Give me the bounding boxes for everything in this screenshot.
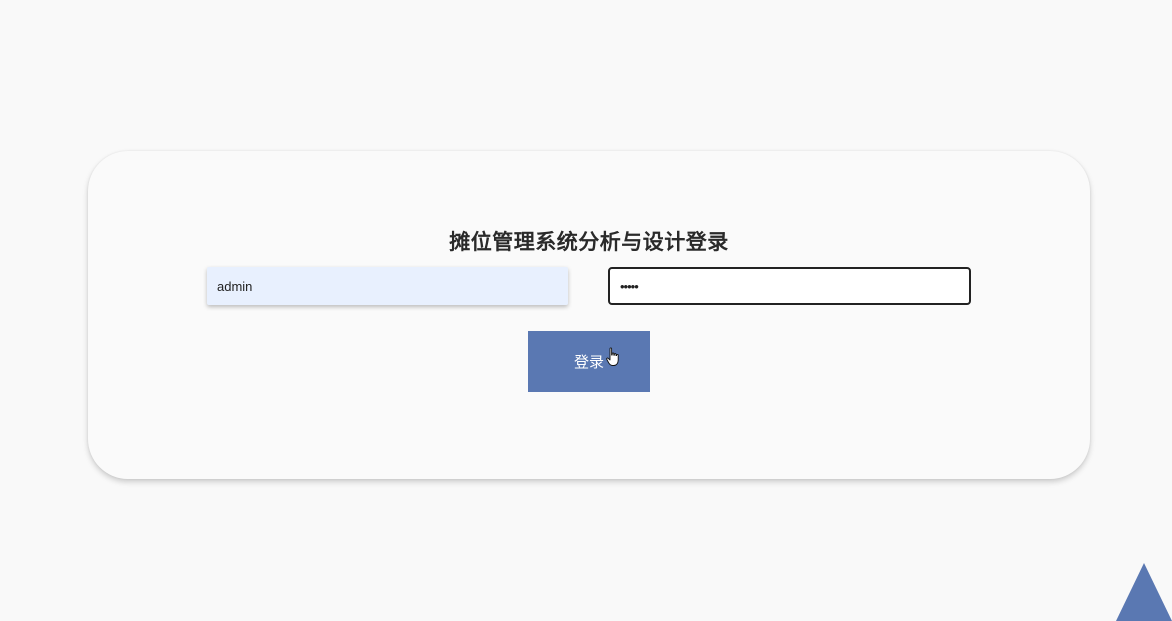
triangle-icon — [1116, 563, 1172, 621]
login-page: 摊位管理系统分析与设计登录 登录 — [0, 0, 1172, 621]
password-input[interactable] — [608, 267, 971, 305]
login-button[interactable]: 登录 — [528, 331, 650, 392]
page-title: 摊位管理系统分析与设计登录 — [449, 230, 729, 254]
hand-pointer-icon — [606, 347, 619, 366]
login-card: 摊位管理系统分析与设计登录 登录 — [88, 151, 1090, 479]
username-input[interactable] — [207, 267, 568, 305]
